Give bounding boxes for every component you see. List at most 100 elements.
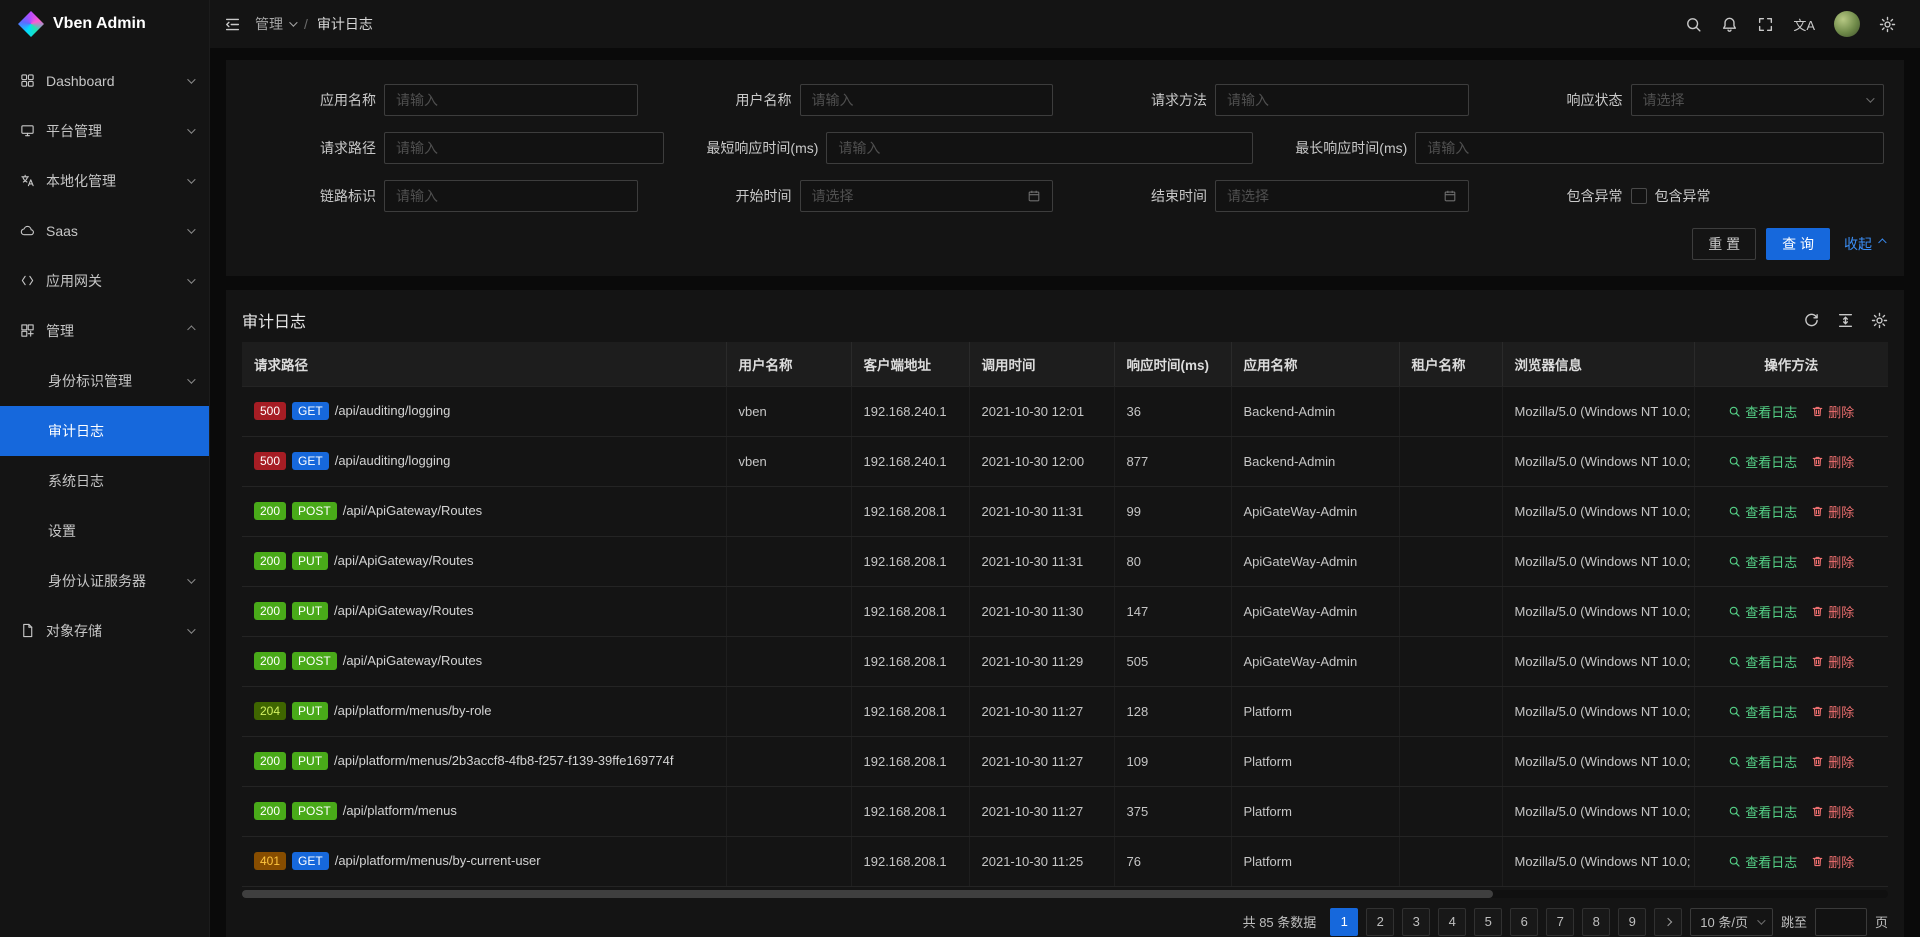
sidebar-item-dashboard[interactable]: Dashboard — [0, 56, 209, 106]
page-button[interactable]: 8 — [1582, 908, 1610, 936]
sort-icon[interactable] — [1043, 357, 1049, 371]
table-row[interactable]: 204PUT/api/platform/menus/by-role 192.16… — [242, 686, 1888, 736]
table-row[interactable]: 200POST/api/ApiGateway/Routes 192.168.20… — [242, 486, 1888, 536]
delete-button[interactable]: 删除 — [1811, 602, 1854, 621]
delete-button[interactable]: 删除 — [1811, 652, 1854, 671]
search-icon[interactable] — [1685, 16, 1702, 33]
notification-bell-icon[interactable] — [1721, 16, 1738, 33]
page-button[interactable]: 1 — [1330, 908, 1358, 936]
view-log-button[interactable]: 查看日志 — [1728, 402, 1797, 421]
view-log-button[interactable]: 查看日志 — [1728, 852, 1797, 871]
table-row[interactable]: 200PUT/api/platform/menus/2b3accf8-4fb8-… — [242, 736, 1888, 786]
page-button[interactable]: 5 — [1474, 908, 1502, 936]
delete-button[interactable]: 删除 — [1811, 502, 1854, 521]
table-row[interactable]: 200PUT/api/ApiGateway/Routes 192.168.208… — [242, 536, 1888, 586]
view-log-button[interactable]: 查看日志 — [1728, 802, 1797, 821]
jump-page-input[interactable] — [1815, 908, 1867, 936]
view-log-button[interactable]: 查看日志 — [1728, 452, 1797, 471]
end-time-picker[interactable]: 请选择 — [1215, 180, 1469, 212]
method-input[interactable] — [1215, 84, 1469, 116]
sort-icon[interactable] — [938, 357, 944, 371]
table-row[interactable]: 401GET/api/platform/menus/by-current-use… — [242, 836, 1888, 886]
path-input[interactable] — [384, 132, 664, 164]
table-row[interactable]: 500GET/api/auditing/logging vben 192.168… — [242, 436, 1888, 486]
page-button[interactable]: 9 — [1618, 908, 1646, 936]
platform-icon — [20, 123, 36, 139]
chevron-down-icon — [187, 625, 195, 633]
user-name-input[interactable] — [800, 84, 1054, 116]
table-row[interactable]: 200PUT/api/ApiGateway/Routes 192.168.208… — [242, 586, 1888, 636]
sidebar-item-management[interactable]: 管理 — [0, 306, 209, 356]
min-response-time-input[interactable] — [826, 132, 1253, 164]
delete-button[interactable]: 删除 — [1811, 802, 1854, 821]
exception-checkbox[interactable] — [1631, 188, 1647, 204]
delete-button[interactable]: 删除 — [1811, 452, 1854, 471]
trace-id-input[interactable] — [384, 180, 638, 212]
delete-button[interactable]: 删除 — [1811, 702, 1854, 721]
reset-button[interactable]: 重 置 — [1692, 228, 1756, 260]
delete-button[interactable]: 删除 — [1811, 402, 1854, 421]
refresh-icon[interactable] — [1803, 312, 1820, 329]
user-cell — [726, 586, 851, 636]
horizontal-scrollbar — [242, 890, 1888, 898]
sidebar-item-localization[interactable]: 本地化管理 — [0, 156, 209, 206]
page-button[interactable]: 6 — [1510, 908, 1538, 936]
column-settings-gear-icon[interactable] — [1871, 312, 1888, 329]
delete-button[interactable]: 删除 — [1811, 852, 1854, 871]
sort-icon[interactable] — [1216, 357, 1222, 371]
sidebar-item-identity-server[interactable]: 身份认证服务器 — [0, 556, 209, 606]
search-button[interactable]: 查 询 — [1766, 228, 1830, 260]
sort-icon[interactable] — [1473, 357, 1479, 371]
app-name-input[interactable] — [384, 84, 638, 116]
method-badge: PUT — [292, 552, 328, 570]
status-badge: 401 — [254, 852, 286, 870]
sort-icon[interactable] — [315, 357, 321, 371]
page-button[interactable]: 4 — [1438, 908, 1466, 936]
sidebar-item-identity-management[interactable]: 身份标识管理 — [0, 356, 209, 406]
fullscreen-icon[interactable] — [1757, 16, 1774, 33]
next-page-button[interactable] — [1654, 908, 1682, 936]
sidebar-item-audit-log[interactable]: 审计日志 — [0, 406, 209, 456]
sidebar-item-system-log[interactable]: 系统日志 — [0, 456, 209, 506]
settings-gear-icon[interactable] — [1879, 16, 1896, 33]
max-response-time-input[interactable] — [1415, 132, 1884, 164]
view-log-button[interactable]: 查看日志 — [1728, 702, 1797, 721]
view-log-button[interactable]: 查看日志 — [1728, 502, 1797, 521]
sidebar-item-platform[interactable]: 平台管理 — [0, 106, 209, 156]
user-cell — [726, 836, 851, 886]
view-log-button[interactable]: 查看日志 — [1728, 552, 1797, 571]
view-log-button[interactable]: 查看日志 — [1728, 652, 1797, 671]
sidebar-item-saas[interactable]: Saas — [0, 206, 209, 256]
table-row[interactable]: 200POST/api/platform/menus 192.168.208.1… — [242, 786, 1888, 836]
page-button[interactable]: 3 — [1402, 908, 1430, 936]
sort-icon[interactable] — [800, 357, 806, 371]
row-height-icon[interactable] — [1837, 312, 1854, 329]
sort-icon[interactable] — [1305, 357, 1311, 371]
menu-fold-icon[interactable] — [224, 16, 241, 33]
sort-icon[interactable] — [1589, 357, 1595, 371]
sidebar-item-gateway[interactable]: 应用网关 — [0, 256, 209, 306]
status-select[interactable]: 请选择 — [1631, 84, 1885, 116]
start-time-picker[interactable]: 请选择 — [800, 180, 1054, 212]
delete-button[interactable]: 删除 — [1811, 752, 1854, 771]
card-title: 审计日志 — [242, 308, 306, 332]
delete-button[interactable]: 删除 — [1811, 552, 1854, 571]
page-size-select[interactable]: 10 条/页 — [1690, 908, 1773, 936]
sidebar-item-object-storage[interactable]: 对象存储 — [0, 606, 209, 656]
language-icon[interactable]: 文A — [1793, 15, 1815, 34]
page-button[interactable]: 2 — [1366, 908, 1394, 936]
field-label: 请求路径 — [246, 138, 376, 158]
breadcrumb-parent[interactable]: 管理 — [255, 14, 295, 34]
logo[interactable]: Vben Admin — [0, 0, 209, 48]
table-row[interactable]: 500GET/api/auditing/logging vben 192.168… — [242, 386, 1888, 436]
scrollbar-thumb[interactable] — [242, 890, 1493, 898]
table-row[interactable]: 200POST/api/ApiGateway/Routes 192.168.20… — [242, 636, 1888, 686]
avatar[interactable] — [1834, 11, 1860, 37]
view-log-button[interactable]: 查看日志 — [1728, 752, 1797, 771]
call-time-cell: 2021-10-30 11:31 — [969, 536, 1114, 586]
view-log-button[interactable]: 查看日志 — [1728, 602, 1797, 621]
sidebar-item-settings[interactable]: 设置 — [0, 506, 209, 556]
page-button[interactable]: 7 — [1546, 908, 1574, 936]
calendar-icon — [1443, 189, 1457, 203]
collapse-filter-link[interactable]: 收起 — [1844, 234, 1884, 254]
